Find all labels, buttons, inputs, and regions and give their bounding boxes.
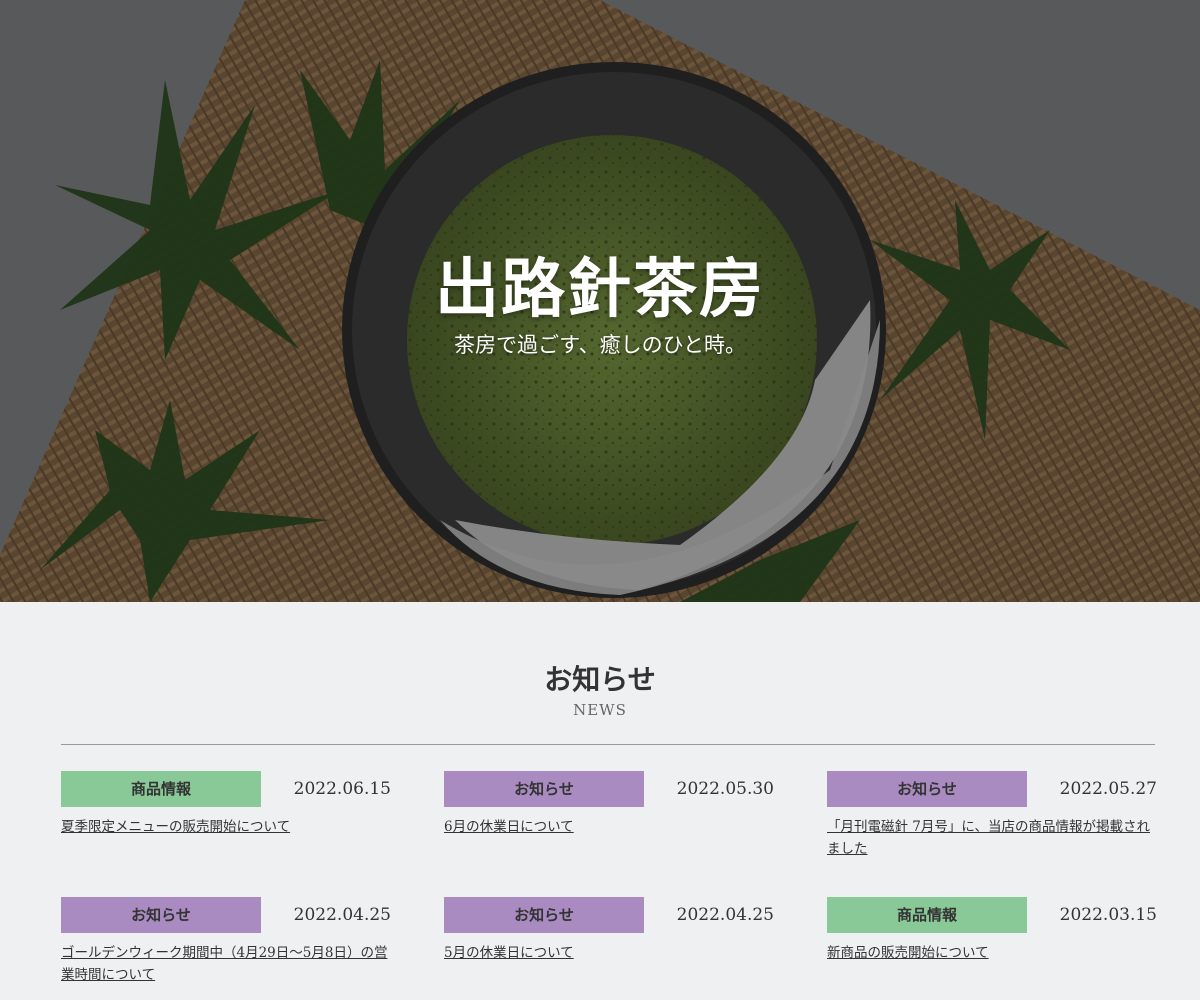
news-item: お知らせ 2022.05.27 「月刊電磁針 7月号」に、当店の商品情報が掲載さ…: [827, 771, 1157, 860]
news-item: お知らせ 2022.04.25 ゴールデンウィーク期間中（4月29日〜5月8日）…: [61, 897, 391, 986]
news-link[interactable]: 「月刊電磁針 7月号」に、当店の商品情報が掲載されました: [827, 816, 1157, 860]
news-link[interactable]: 5月の休業日について: [444, 942, 774, 964]
hero-title: 出路針茶房: [435, 252, 765, 327]
news-divider: [61, 744, 1155, 745]
news-date: 2022.05.27: [1059, 779, 1157, 799]
news-item: 商品情報 2022.06.15 夏季限定メニューの販売開始について: [61, 771, 391, 838]
category-badge: 商品情報: [61, 771, 261, 807]
hero-tagline: 茶房で過ごす、癒しのひと時。: [454, 333, 746, 357]
news-link[interactable]: 6月の休業日について: [444, 816, 774, 838]
news-date: 2022.05.30: [676, 779, 774, 799]
news-date: 2022.04.25: [293, 905, 391, 925]
category-badge: お知らせ: [444, 771, 644, 807]
news-item: 商品情報 2022.03.15 新商品の販売開始について: [827, 897, 1157, 964]
category-badge: お知らせ: [444, 897, 644, 933]
category-badge: 商品情報: [827, 897, 1027, 933]
news-subheading: NEWS: [573, 701, 627, 719]
news-date: 2022.04.25: [676, 905, 774, 925]
news-section: お知らせ NEWS 商品情報 2022.06.15 夏季限定メニューの販売開始に…: [0, 602, 1200, 1000]
news-item: お知らせ 2022.05.30 6月の休業日について: [444, 771, 774, 838]
category-badge: お知らせ: [61, 897, 261, 933]
category-badge: お知らせ: [827, 771, 1027, 807]
news-link[interactable]: ゴールデンウィーク期間中（4月29日〜5月8日）の営業時間について: [61, 942, 391, 986]
news-heading: お知らせ: [544, 663, 656, 696]
news-date: 2022.06.15: [293, 779, 391, 799]
news-date: 2022.03.15: [1059, 905, 1157, 925]
news-item: お知らせ 2022.04.25 5月の休業日について: [444, 897, 774, 964]
hero-section: 出路針茶房 茶房で過ごす、癒しのひと時。: [0, 0, 1200, 602]
news-link[interactable]: 夏季限定メニューの販売開始について: [61, 816, 391, 838]
news-link[interactable]: 新商品の販売開始について: [827, 942, 1157, 964]
